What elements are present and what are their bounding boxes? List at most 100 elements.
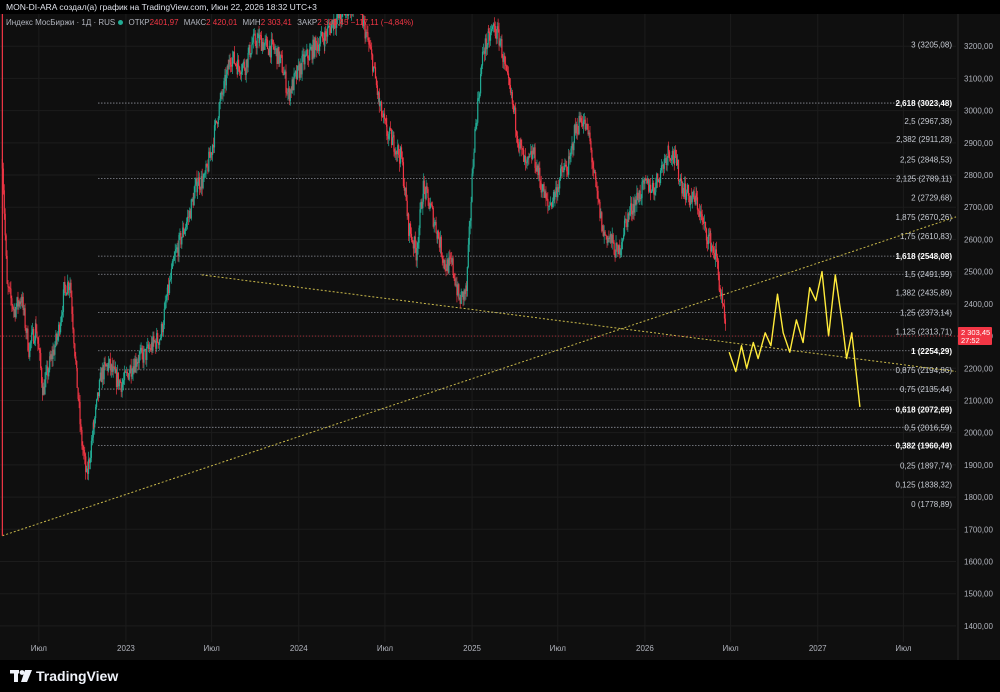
candle-body	[589, 132, 591, 142]
candle-body	[4, 213, 6, 236]
price-tick-label: 2600,00	[964, 235, 993, 244]
candle-body	[383, 113, 386, 119]
time-tick-label: 2024	[290, 644, 308, 653]
candle-body	[11, 298, 13, 306]
candle-body	[559, 178, 561, 189]
close-label: ЗАКР	[297, 18, 318, 27]
candle-body	[437, 231, 440, 239]
candle-body	[319, 36, 322, 44]
candle-body	[3, 190, 5, 214]
candle-body	[595, 179, 597, 187]
candle-body	[410, 233, 413, 241]
candle-body	[592, 162, 594, 169]
attribution-text: MON-DI-ARA создал(а) график на TradingVi…	[6, 2, 317, 12]
candle-body	[305, 54, 307, 56]
candle-body	[222, 93, 224, 95]
candle-body	[60, 322, 62, 333]
projection-path[interactable]	[728, 270, 861, 407]
fib-level-label: 1,125 (2313,71)	[896, 328, 953, 337]
time-axis[interactable]: Июл 2023 Июл 2024 Июл 2025 Июл 2026 Июл 2027 Июл	[31, 644, 912, 653]
fib-level-label: 2,382 (2911,28)	[896, 135, 952, 144]
candle-body	[301, 55, 303, 75]
candle-body	[203, 173, 205, 180]
candle-body	[138, 354, 140, 363]
candle-body	[613, 242, 615, 255]
candle-body	[171, 261, 173, 269]
tradingview-logo-text: TradingView	[36, 668, 119, 684]
price-chart[interactable]: 3 (3205,08) 2,618 (3023,48) 2,5 (2967,38) 2…	[0, 14, 1000, 660]
candle-body	[79, 401, 81, 425]
candle-body	[428, 197, 430, 209]
projection-line[interactable]	[728, 270, 861, 407]
fib-level-label: 0,125 (1838,32)	[896, 481, 953, 490]
candle-body	[60, 315, 63, 323]
candle-body	[529, 153, 531, 157]
last-price-countdown: 27:52	[961, 336, 980, 345]
candle-body	[472, 166, 474, 174]
candle-body	[621, 242, 623, 251]
candle-body	[44, 379, 46, 395]
candle-body	[238, 66, 241, 73]
candle-body	[131, 374, 133, 377]
candle-body	[196, 185, 199, 193]
candle-body	[170, 268, 173, 280]
candle-body	[687, 184, 690, 196]
candle-body	[5, 235, 7, 256]
candle-body	[670, 159, 673, 161]
candle-body	[71, 297, 73, 314]
candle-body	[76, 367, 78, 388]
candle-body	[103, 362, 105, 380]
price-tick-label: 1600,00	[964, 557, 993, 566]
candle-body	[252, 34, 254, 43]
candle-body	[231, 57, 234, 67]
candle-body	[663, 158, 665, 169]
candle-body	[479, 93, 481, 98]
candle-body	[388, 133, 390, 139]
candle-body	[61, 312, 64, 316]
candle-body	[526, 159, 528, 163]
trendline[interactable]	[2, 216, 957, 537]
candle-body	[229, 62, 232, 65]
candle-body	[178, 235, 180, 257]
time-tick-label: Июл	[722, 644, 739, 653]
tradingview-logo[interactable]: TradingView	[10, 668, 118, 684]
fib-level-label: 1,75 (2610,83)	[900, 232, 952, 241]
price-tick-label: 3100,00	[964, 74, 993, 83]
candle-body	[401, 157, 404, 163]
candle-body	[398, 145, 400, 155]
candle-body	[185, 227, 187, 232]
candle-body	[717, 260, 719, 276]
candle-body	[554, 193, 556, 200]
candle-body	[509, 85, 512, 93]
symbol-name[interactable]: Индекс МосБиржи · 1Д · RUS	[6, 18, 115, 27]
candle-body	[566, 166, 568, 172]
candle-body	[95, 407, 97, 419]
candle-body	[190, 199, 192, 219]
candle-body	[695, 193, 698, 198]
candle-body	[474, 128, 476, 153]
candle-body	[716, 256, 718, 261]
candle-body	[625, 218, 627, 220]
candle-body	[712, 246, 714, 248]
candle-body	[365, 32, 367, 39]
candle-body	[598, 199, 600, 202]
candle-body	[265, 38, 268, 40]
candle-body	[285, 71, 287, 93]
candle-body	[524, 155, 527, 163]
candle-body	[427, 189, 429, 198]
candle-body	[641, 181, 643, 199]
fib-level-label: 0,25 (1897,74)	[900, 462, 952, 471]
candle-body	[414, 236, 416, 248]
candle-body	[654, 192, 656, 195]
candle-body	[206, 164, 208, 167]
candle-body	[406, 200, 408, 217]
candle-body	[452, 258, 454, 274]
candle-body	[41, 368, 43, 384]
candle-body	[325, 31, 327, 35]
candle-body	[590, 141, 592, 150]
candle-body	[271, 39, 273, 41]
high-value: 2 420,01	[206, 18, 238, 27]
candle-body	[525, 162, 527, 164]
trendlines[interactable]	[2, 216, 957, 537]
candle-body	[402, 162, 405, 187]
